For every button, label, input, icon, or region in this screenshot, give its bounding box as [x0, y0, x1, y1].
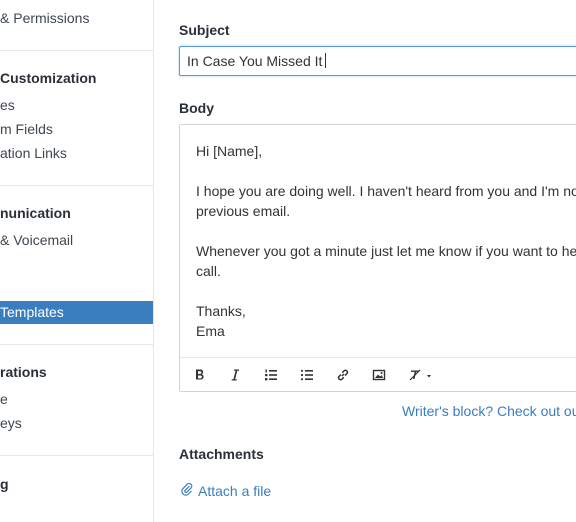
- sidebar-item-keys[interactable]: eys: [0, 415, 22, 431]
- sidebar-divider: [0, 50, 153, 51]
- body-line: Whenever you got a minute just let me kn…: [196, 243, 576, 259]
- attach-file-label: Attach a file: [198, 482, 272, 499]
- body-label: Body: [179, 100, 214, 116]
- sidebar-section-customization: Customization: [0, 70, 97, 86]
- sidebar-divider: [0, 185, 153, 186]
- sidebar-section-g: g: [0, 476, 9, 492]
- sidebar-item-es[interactable]: es: [0, 97, 15, 113]
- clear-format-icon[interactable]: [406, 366, 438, 384]
- italic-icon[interactable]: [226, 366, 244, 384]
- sidebar-section-communication: nunication: [0, 205, 71, 221]
- editor-toolbar: [180, 357, 576, 391]
- subject-label: Subject: [179, 22, 230, 38]
- sidebar-divider: [0, 455, 153, 456]
- body-line: call.: [196, 263, 221, 279]
- body-editor[interactable]: Hi [Name], I hope you are doing well. I …: [179, 124, 576, 392]
- bold-icon[interactable]: [191, 366, 209, 384]
- ordered-list-icon[interactable]: [262, 366, 280, 384]
- subject-input[interactable]: In Case You Missed It: [179, 46, 576, 76]
- body-line: Thanks,: [196, 303, 246, 319]
- link-icon[interactable]: [334, 366, 352, 384]
- sidebar-item-permissions[interactable]: & Permissions: [0, 10, 89, 26]
- bullet-list-icon[interactable]: [298, 366, 316, 384]
- settings-sidebar: & Permissions Customization es m Fields …: [0, 0, 154, 522]
- writers-block-link[interactable]: Writer's block? Check out ou: [402, 403, 576, 419]
- sidebar-item-custom-fields[interactable]: m Fields: [0, 121, 53, 137]
- text-caret: [325, 53, 327, 68]
- attachments-label: Attachments: [179, 446, 264, 462]
- subject-value: In Case You Missed It: [187, 53, 323, 69]
- body-line: previous email.: [196, 203, 291, 219]
- sidebar-divider: [0, 344, 153, 345]
- body-line-greeting: Hi [Name],: [196, 143, 263, 159]
- sidebar-item-e[interactable]: e: [0, 391, 8, 407]
- sidebar-section-integrations: rations: [0, 364, 47, 380]
- sidebar-item-voicemail[interactable]: & Voicemail: [0, 232, 73, 248]
- body-text[interactable]: Hi [Name], I hope you are doing well. I …: [196, 141, 576, 361]
- sidebar-item-templates[interactable]: Templates: [0, 301, 153, 324]
- body-line-signature: Ema: [196, 323, 225, 339]
- sidebar-item-integration-links[interactable]: ation Links: [0, 145, 67, 161]
- paperclip-icon: [181, 482, 193, 499]
- body-line: I hope you are doing well. I haven't hea…: [196, 183, 576, 199]
- attach-file-link[interactable]: Attach a file: [181, 482, 271, 499]
- image-icon[interactable]: [370, 366, 388, 384]
